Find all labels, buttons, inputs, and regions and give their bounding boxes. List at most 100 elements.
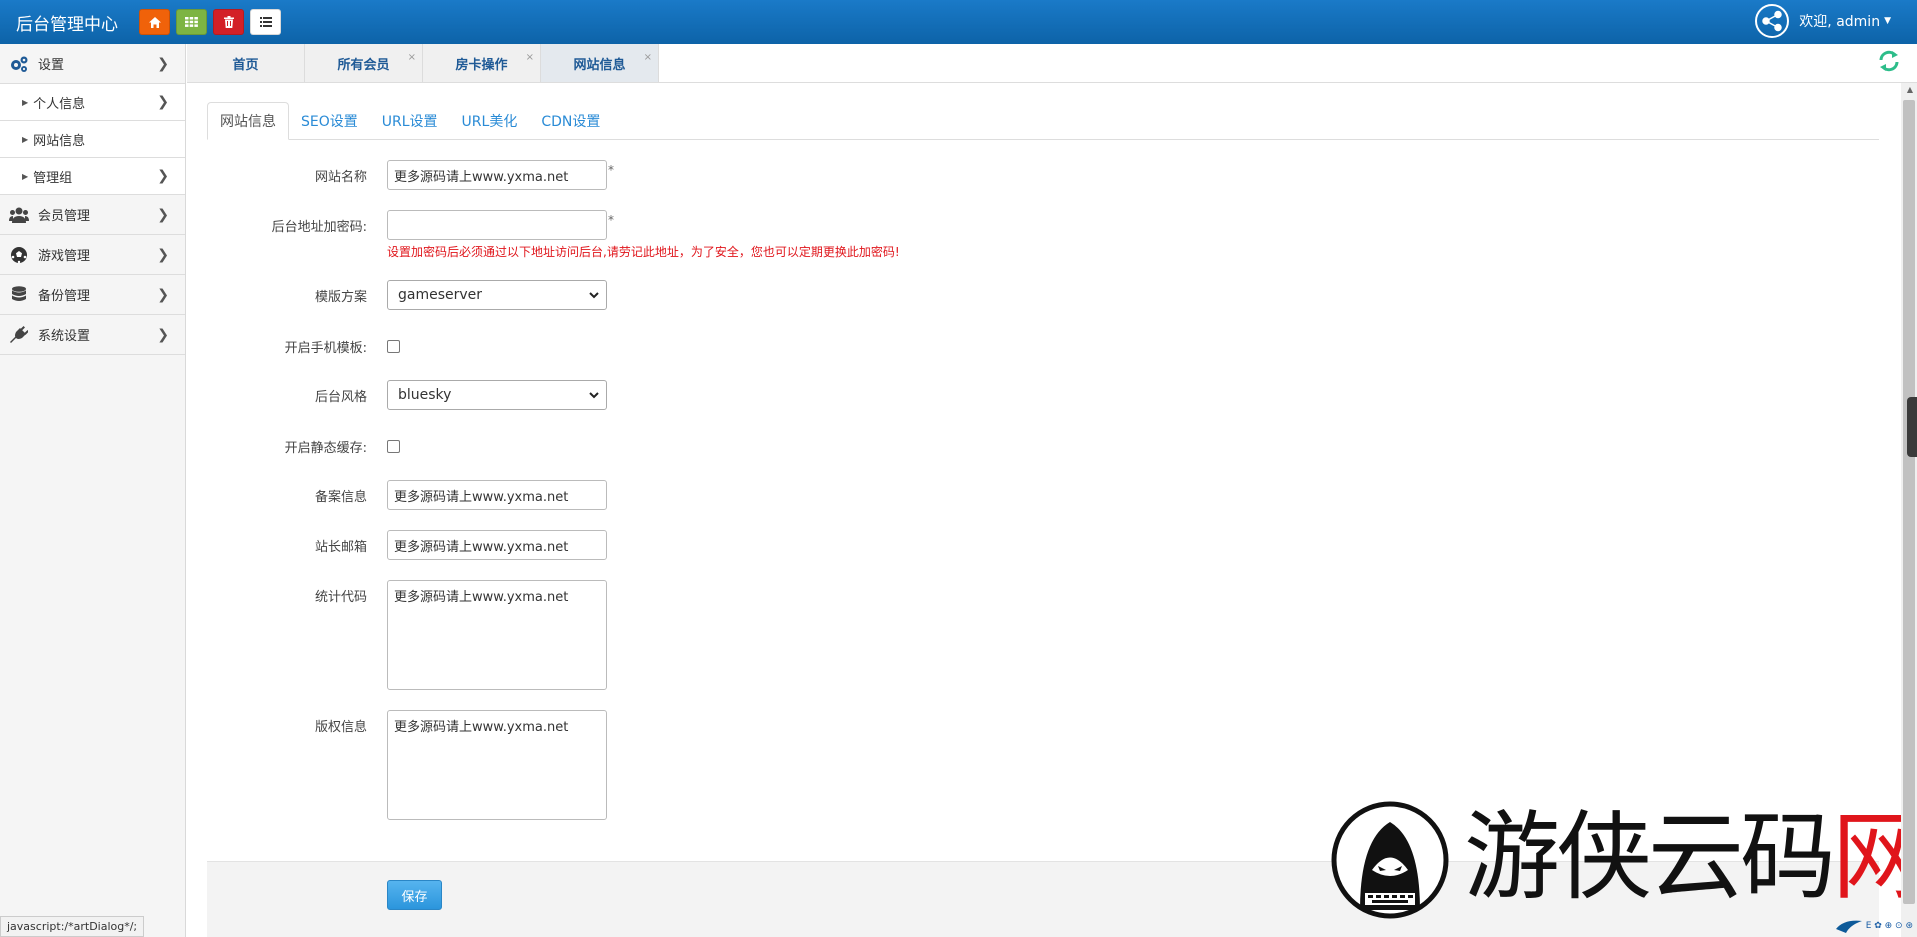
sidebar-item-games[interactable]: 游戏管理 ❯ bbox=[0, 235, 185, 275]
admin-style-select[interactable]: bluesky bbox=[387, 380, 607, 410]
list-icon bbox=[259, 17, 272, 27]
stats-code-label: 统计代码 bbox=[314, 590, 367, 605]
plug-icon bbox=[8, 325, 30, 344]
side-drawer-handle[interactable] bbox=[1907, 397, 1917, 457]
sidebar-item-label: 会员管理 bbox=[38, 209, 91, 224]
chevron-right-icon: ❯ bbox=[157, 55, 169, 72]
email-field[interactable]: 更多源码请上www.yxma.net bbox=[387, 530, 607, 560]
grid-button[interactable] bbox=[176, 9, 207, 35]
chevron-right-icon: ❯ bbox=[157, 168, 169, 184]
scroll-thumb[interactable] bbox=[1903, 100, 1915, 904]
admin-password-label: 后台地址加密码: bbox=[271, 220, 367, 235]
subtab-url[interactable]: URL设置 bbox=[370, 102, 450, 140]
copyright-textarea[interactable]: 更多源码请上www.yxma.net bbox=[387, 710, 607, 820]
subtab-site-info[interactable]: 网站信息 bbox=[207, 102, 289, 140]
home-icon bbox=[148, 16, 161, 28]
sidebar-item-members[interactable]: 会员管理 ❯ bbox=[0, 195, 185, 235]
main-content: 网站信息 SEO设置 URL设置 URL美化 CDN设置 网站名称 更多源码请上… bbox=[207, 102, 1879, 820]
subtab-cdn[interactable]: CDN设置 bbox=[529, 102, 612, 140]
sidebar-item-system[interactable]: 系统设置 ❯ bbox=[0, 315, 185, 355]
page-tabs: 首页 所有会员 × 房卡操作 × 网站信息 × bbox=[187, 44, 1917, 83]
chevron-right-icon: ❯ bbox=[157, 326, 169, 343]
list-button[interactable] bbox=[250, 9, 281, 35]
password-warning-text: 设置加密码后必须通过以下地址访问后台,请劳记此地址，为了安全，您也可以定期更换此… bbox=[387, 245, 900, 259]
status-bar-url: javascript:/*artDialog*/; bbox=[0, 916, 145, 937]
admin-style-value: bluesky bbox=[398, 387, 452, 403]
settings-subtabs: 网站信息 SEO设置 URL设置 URL美化 CDN设置 bbox=[207, 102, 1879, 140]
refresh-icon[interactable] bbox=[1877, 49, 1901, 73]
email-label: 站长邮箱 bbox=[314, 540, 367, 555]
admin-style-label: 后台风格 bbox=[314, 390, 367, 405]
subtab-url-beautify[interactable]: URL美化 bbox=[450, 102, 530, 140]
grid-icon bbox=[185, 17, 198, 27]
caret-down-icon: ▼ bbox=[1884, 16, 1891, 26]
user-menu[interactable]: 欢迎, admin ▼ bbox=[1755, 4, 1891, 38]
sidebar-item-label: 设置 bbox=[38, 58, 65, 73]
sidebar-subitem-admin-group[interactable]: ▶ 管理组 ❯ bbox=[0, 158, 185, 195]
close-icon[interactable]: × bbox=[644, 52, 652, 63]
required-mark: * bbox=[608, 213, 614, 227]
trash-icon bbox=[223, 16, 234, 28]
caret-right-icon: ▶ bbox=[22, 97, 29, 107]
mobile-template-label: 开启手机模板: bbox=[284, 341, 367, 356]
watermark-logo: 游侠云码网 bbox=[1330, 800, 1917, 920]
close-icon[interactable]: × bbox=[408, 52, 416, 63]
chevron-right-icon: ❯ bbox=[157, 94, 169, 110]
static-cache-label: 开启静态缓存: bbox=[284, 441, 367, 456]
sidebar: 设置 ❯ ▶ 个人信息 ❯ ▶ 网站信息 ▶ 管理组 ❯ 会员管理 ❯ 游戏管理… bbox=[0, 44, 186, 937]
watermark-text: 游侠云码网 bbox=[1464, 802, 1917, 912]
required-mark: * bbox=[608, 163, 614, 177]
gears-icon bbox=[8, 55, 30, 73]
tab-label: 所有会员 bbox=[337, 57, 390, 73]
hacker-logo-icon bbox=[1331, 801, 1449, 919]
sidebar-subitem-site-info[interactable]: ▶ 网站信息 bbox=[0, 121, 185, 158]
template-value: gameserver bbox=[398, 287, 483, 303]
template-select[interactable]: gameserver bbox=[387, 280, 607, 310]
tab-site-info[interactable]: 网站信息 × bbox=[541, 44, 659, 82]
sidebar-subitem-profile[interactable]: ▶ 个人信息 ❯ bbox=[0, 84, 185, 121]
chevron-down-icon bbox=[589, 292, 599, 299]
tray-logo-icon bbox=[1835, 920, 1862, 933]
copyright-label: 版权信息 bbox=[314, 720, 367, 735]
chevron-right-icon: ❯ bbox=[157, 206, 169, 223]
static-cache-checkbox[interactable] bbox=[387, 440, 400, 453]
tab-all-members[interactable]: 所有会员 × bbox=[305, 44, 423, 82]
app-brand: 后台管理中心 bbox=[16, 14, 118, 35]
tab-label: 房卡操作 bbox=[455, 57, 508, 73]
trash-button[interactable] bbox=[213, 9, 244, 35]
tray-icons-text: E ✿ ⊕ ⊙ ⊛ bbox=[1865, 921, 1913, 931]
database-icon bbox=[8, 285, 30, 304]
icp-label: 备案信息 bbox=[314, 490, 367, 505]
icp-input[interactable]: 更多源码请上www.yxma.net bbox=[387, 480, 607, 510]
system-tray: E ✿ ⊕ ⊙ ⊛ bbox=[1835, 919, 1913, 933]
soccer-ball-icon bbox=[8, 246, 30, 264]
chevron-right-icon: ❯ bbox=[157, 286, 169, 303]
template-label: 模版方案 bbox=[314, 290, 367, 305]
save-button[interactable]: 保存 bbox=[387, 880, 442, 910]
mobile-template-checkbox[interactable] bbox=[387, 340, 400, 353]
sidebar-item-label: 游戏管理 bbox=[38, 249, 91, 264]
tab-home[interactable]: 首页 bbox=[187, 44, 305, 82]
close-icon[interactable]: × bbox=[526, 52, 534, 63]
sidebar-item-settings[interactable]: 设置 ❯ bbox=[0, 44, 185, 84]
vertical-scrollbar[interactable]: ▲ bbox=[1901, 83, 1917, 937]
site-name-label: 网站名称 bbox=[314, 170, 367, 185]
scroll-up-icon[interactable]: ▲ bbox=[1907, 85, 1913, 94]
avatar bbox=[1755, 4, 1790, 38]
sidebar-item-label: 管理组 bbox=[33, 170, 73, 186]
tab-room-card[interactable]: 房卡操作 × bbox=[423, 44, 541, 82]
sidebar-item-backup[interactable]: 备份管理 ❯ bbox=[0, 275, 185, 315]
chevron-down-icon bbox=[589, 392, 599, 399]
admin-password-input[interactable] bbox=[387, 210, 607, 240]
site-name-input[interactable]: 更多源码请上www.yxma.net bbox=[387, 160, 607, 190]
subtab-seo[interactable]: SEO设置 bbox=[289, 102, 370, 140]
sidebar-item-label: 网站信息 bbox=[33, 133, 86, 149]
share-network-icon bbox=[1762, 10, 1783, 32]
stats-code-textarea[interactable]: 更多源码请上www.yxma.net bbox=[387, 580, 607, 690]
tab-label: 首页 bbox=[232, 57, 259, 73]
home-button[interactable] bbox=[139, 9, 170, 35]
caret-right-icon: ▶ bbox=[22, 134, 29, 144]
chevron-right-icon: ❯ bbox=[157, 246, 169, 263]
welcome-text: 欢迎, admin bbox=[1799, 14, 1881, 30]
sidebar-item-label: 备份管理 bbox=[38, 289, 91, 304]
